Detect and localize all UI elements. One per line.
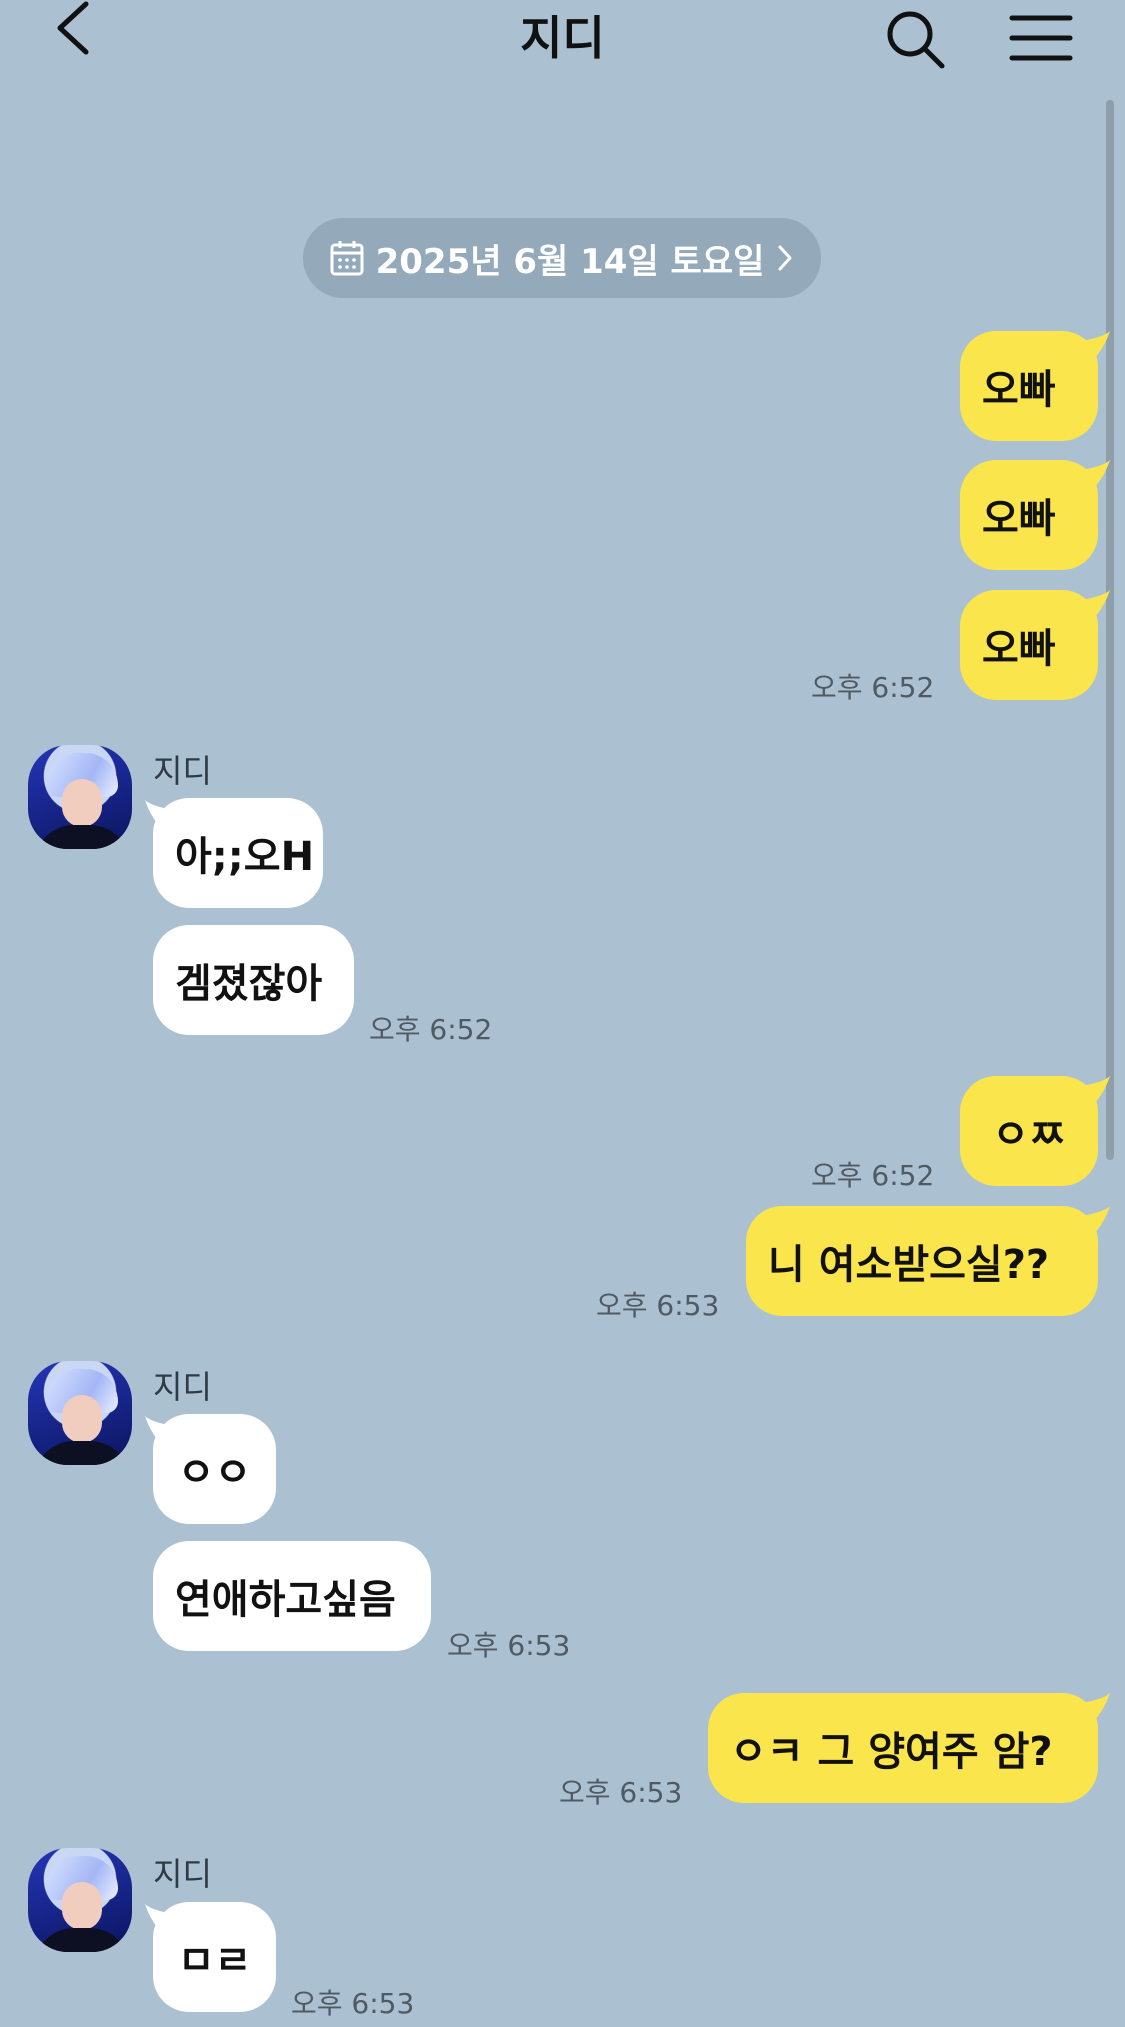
message-text: ㅇㅉ [992, 1112, 1066, 1158]
search-icon [887, 11, 945, 69]
my-message-bubble[interactable]: 오빠 [960, 460, 1098, 570]
bubble-tail [1082, 460, 1110, 490]
message-text: 겜졌잖아 [175, 961, 323, 1007]
my-message-bubble[interactable]: ㅇㅉ [960, 1076, 1098, 1186]
sender-name: 지디 [153, 752, 212, 790]
my-message-bubble[interactable]: 니 여소받으실?? [746, 1206, 1098, 1316]
hamburger-menu-icon [1009, 15, 1073, 61]
bubble-tail [145, 800, 173, 830]
bubble-tail [1082, 590, 1110, 620]
search-button[interactable] [884, 8, 948, 72]
my-message-bubble[interactable]: 오빠 [960, 590, 1098, 700]
message-text: 아;;오H [175, 834, 315, 880]
message-text: ㅇㅋ 그 양여주 암? [730, 1729, 1053, 1775]
bubble-tail [1082, 1076, 1110, 1106]
bubble-tail [145, 1416, 173, 1446]
my-message-bubble[interactable]: ㅇㅋ 그 양여주 암? [708, 1693, 1098, 1803]
message-time: 오후 6:52 [811, 1159, 935, 1192]
avatar[interactable] [28, 745, 132, 849]
their-message-bubble[interactable]: 연애하고싶음 [153, 1541, 431, 1651]
their-message-bubble[interactable]: 겜졌잖아 [153, 925, 354, 1035]
my-message-bubble[interactable]: 오빠 [960, 331, 1098, 441]
sender-name: 지디 [153, 1855, 212, 1893]
chevron-right-icon [778, 245, 792, 271]
message-time: 오후 6:52 [369, 1013, 493, 1046]
chat-header: 지디 [0, 0, 1125, 80]
message-text: 오빠 [982, 626, 1056, 672]
message-time: 오후 6:53 [596, 1289, 720, 1322]
message-text: ㅁㄹ [177, 1938, 252, 1984]
bubble-tail [145, 1904, 173, 1934]
date-divider[interactable]: 2025년 6월 14일 토요일 [303, 218, 821, 298]
sender-name: 지디 [153, 1368, 212, 1406]
chat-title: 지디 [520, 11, 605, 65]
message-text: 오빠 [982, 496, 1056, 542]
message-time: 오후 6:52 [811, 671, 935, 704]
menu-button[interactable] [1008, 10, 1074, 66]
message-time: 오후 6:53 [447, 1629, 571, 1662]
message-text: 연애하고싶음 [175, 1577, 396, 1623]
avatar[interactable] [28, 1361, 132, 1465]
message-text: 니 여소받으실?? [768, 1242, 1050, 1288]
avatar[interactable] [28, 1848, 132, 1952]
scrollbar[interactable] [1106, 100, 1114, 1160]
their-message-bubble[interactable]: 아;;오H [153, 798, 323, 908]
calendar-icon [330, 241, 364, 276]
bubble-tail [1082, 331, 1110, 361]
message-time: 오후 6:53 [291, 1987, 415, 2020]
date-label: 2025년 6월 14일 토요일 [375, 241, 765, 282]
bubble-tail [1082, 1693, 1110, 1723]
message-time: 오후 6:53 [559, 1776, 683, 1809]
bubble-tail [1082, 1206, 1110, 1236]
message-text: 오빠 [982, 367, 1056, 413]
message-text: ㅇㅇ [177, 1450, 252, 1496]
